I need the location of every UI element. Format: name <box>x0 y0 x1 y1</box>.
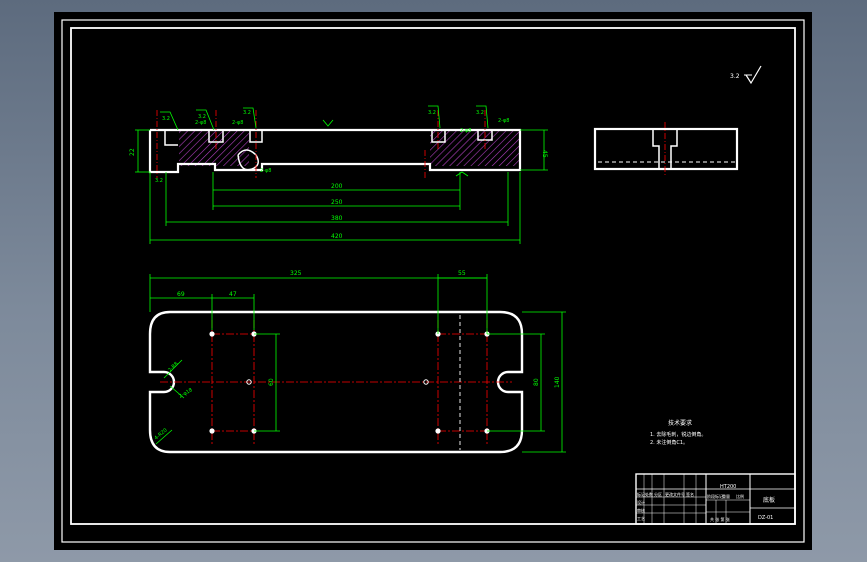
scale-label: 重量 <box>722 493 730 499</box>
dim-60: 60 <box>268 378 275 386</box>
dim-47: 47 <box>229 291 237 298</box>
dim-325: 325 <box>290 270 302 277</box>
hole-callout: 2-φ8 <box>498 118 509 124</box>
dim-right-height: 45 <box>541 150 548 158</box>
dim-80: 80 <box>533 378 540 386</box>
hole-icon <box>209 331 215 337</box>
hole-callout: 2-φ8 <box>195 120 206 126</box>
dim-left-height: 22 <box>129 148 136 156</box>
drawing-paper <box>54 12 812 550</box>
hole-icon <box>209 428 215 434</box>
material-label: HT200 <box>720 484 736 490</box>
dim-420: 420 <box>331 233 343 240</box>
drawing-name: 底板 <box>763 496 775 504</box>
dim-380: 380 <box>331 215 343 222</box>
dim-55: 55 <box>458 270 466 277</box>
notes-item: 1. 去除毛刺，锐边倒角。 <box>650 431 706 438</box>
hole-icon <box>435 428 441 434</box>
roughness-symbol-label: 3.2 <box>730 73 740 80</box>
hole-callout: 2-φ8 <box>460 128 471 134</box>
cad-drawing: 3.2 3.2 3.2 3.2 3.2 3.2 3.2 2-φ8 2-φ8 2-… <box>54 12 812 550</box>
role-label: 设计 <box>637 499 645 505</box>
roughness-label: 3.2 <box>476 110 484 116</box>
notes-title: 技术要求 <box>668 419 692 427</box>
roughness-label: 3.2 <box>162 116 170 122</box>
role-label: 审核 <box>637 507 645 513</box>
hole-callout: 2-φ8 <box>260 168 271 174</box>
column-label: 分区 <box>654 491 662 497</box>
column-label: 标记 <box>637 491 645 497</box>
roughness-label: 3.2 <box>243 110 251 116</box>
drawing-number: DZ-01 <box>758 515 773 521</box>
column-label: 处数 <box>645 491 653 497</box>
dim-69: 69 <box>177 291 185 298</box>
sheet-label: 共 张 第 张 <box>710 516 730 522</box>
notes-item: 2. 未注倒角C1。 <box>650 439 688 446</box>
role-label: 工艺 <box>637 516 645 521</box>
roughness-label: 3.2 <box>155 178 163 184</box>
scale-label: 比例 <box>736 493 744 499</box>
hole-callout: 2-φ8 <box>232 120 243 126</box>
scale-label: 阶段标记 <box>707 493 723 499</box>
column-label: 更改文件号 <box>665 491 685 497</box>
dim-200: 200 <box>331 183 343 190</box>
roughness-label: 3.2 <box>428 110 436 116</box>
column-label: 签名 <box>686 491 694 497</box>
dim-140: 140 <box>554 376 561 388</box>
dim-250: 250 <box>331 199 343 206</box>
